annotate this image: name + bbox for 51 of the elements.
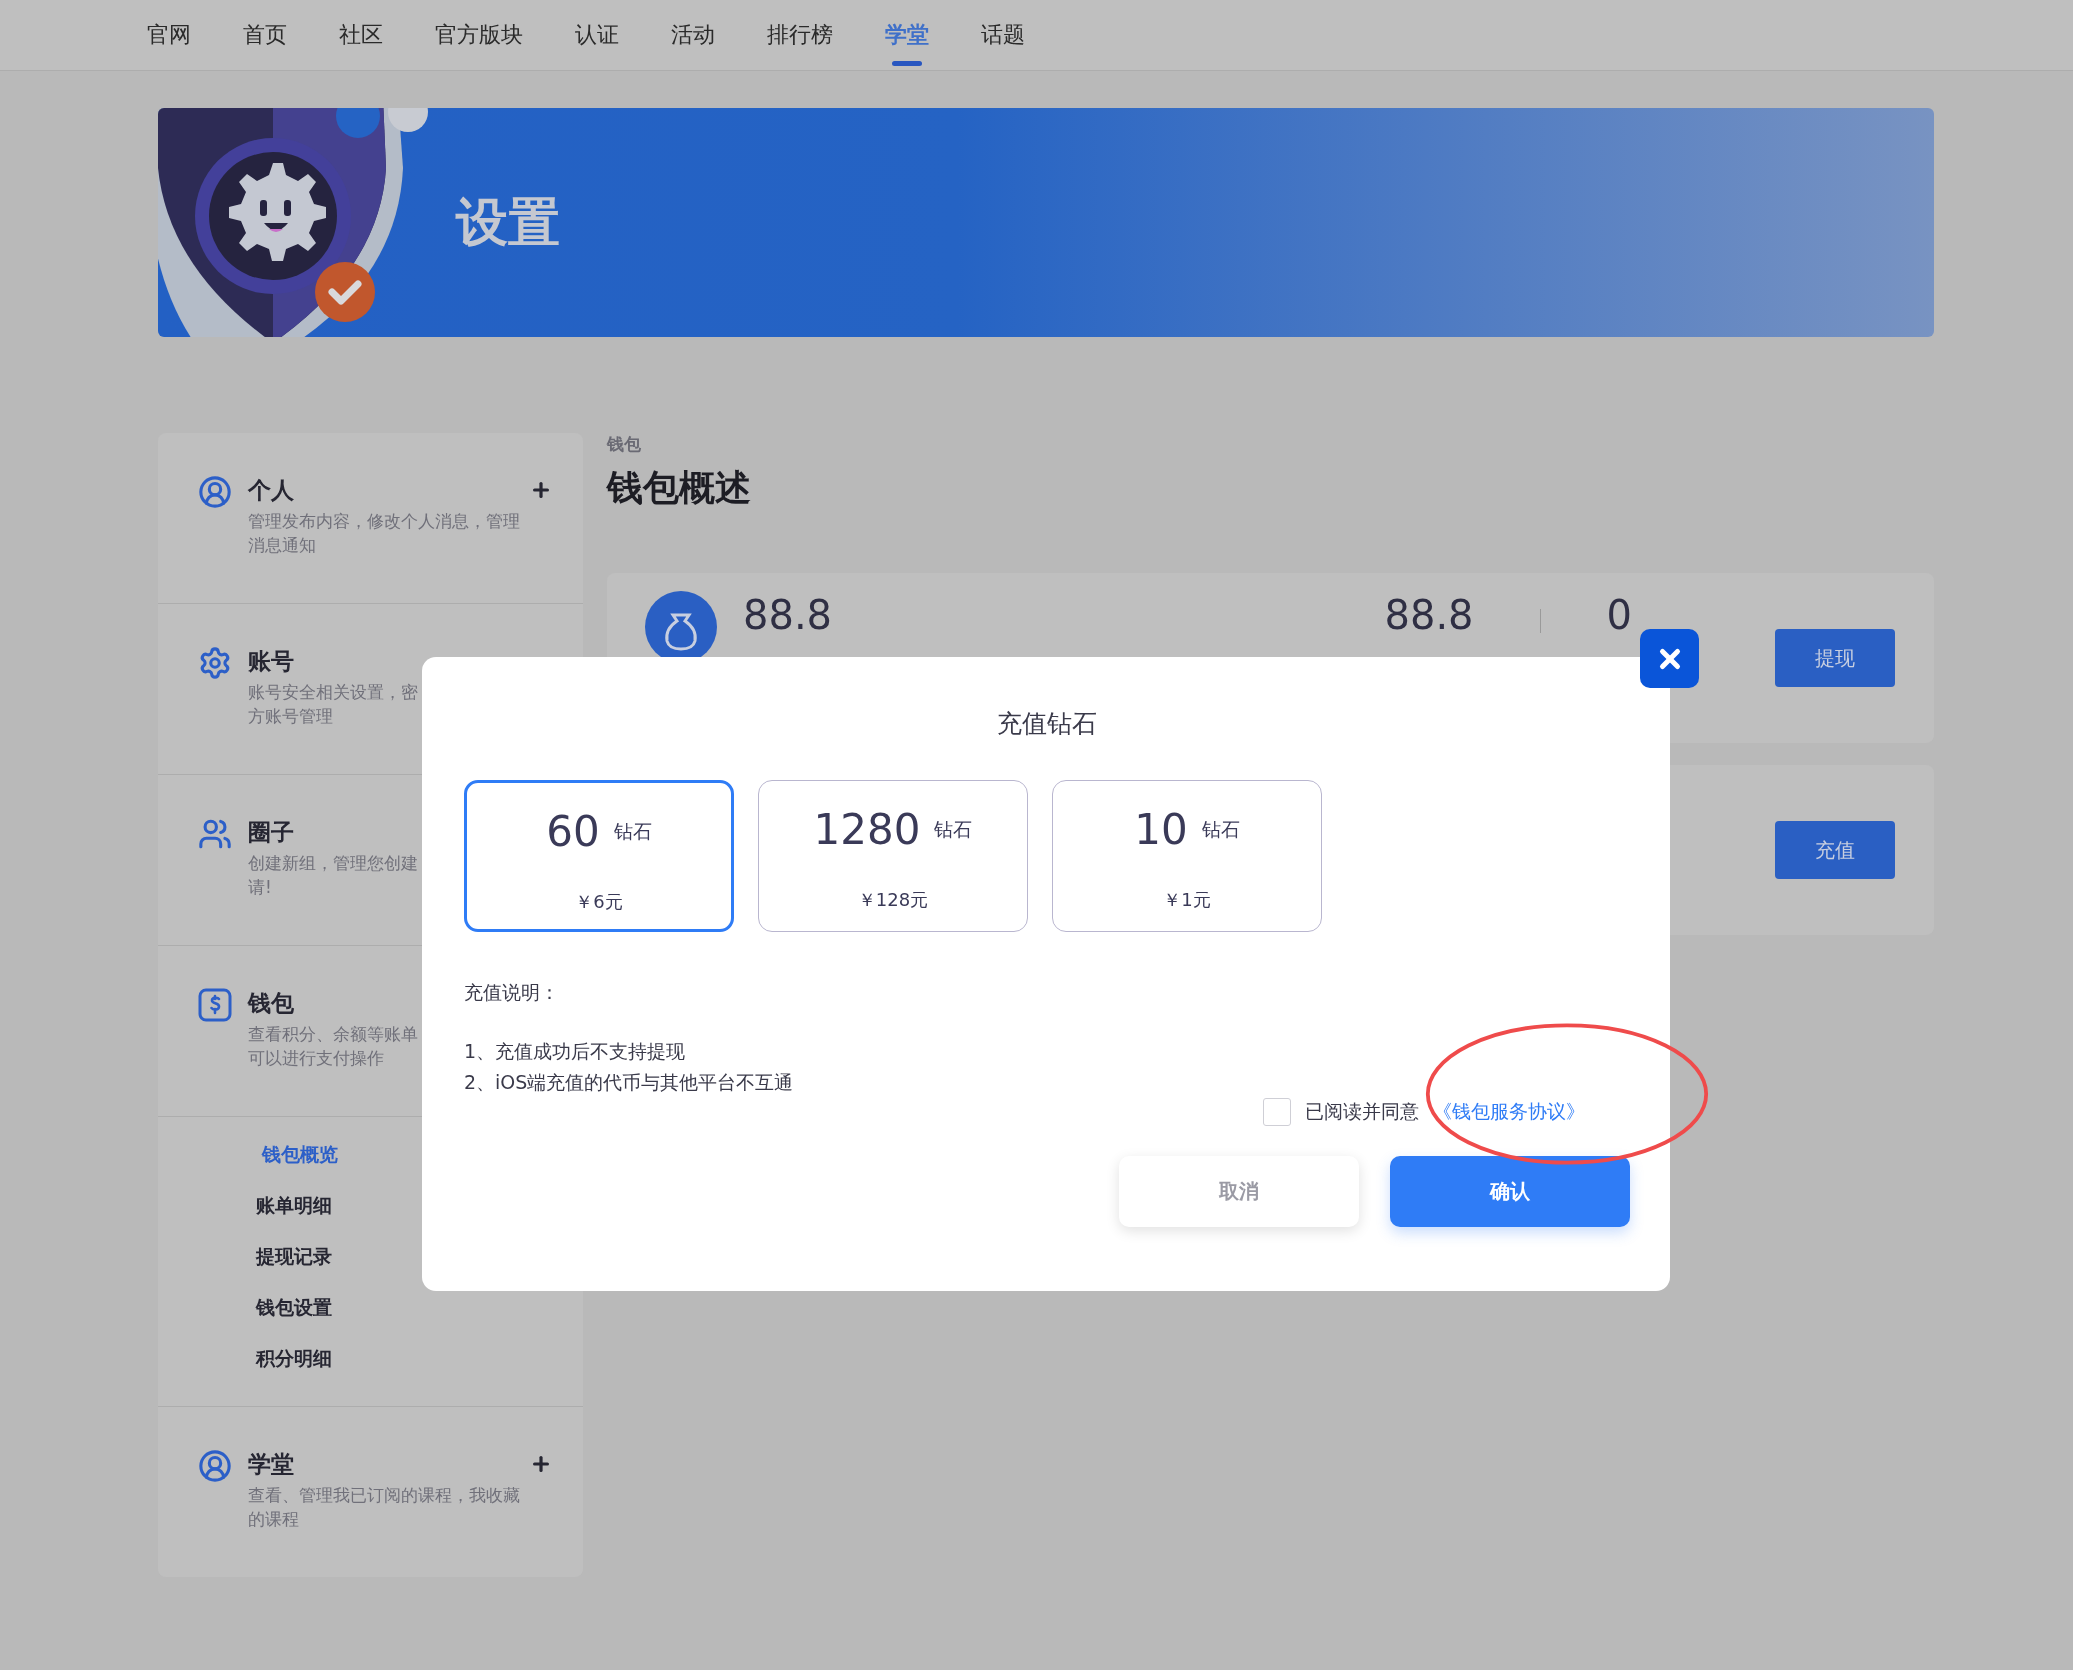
people-icon — [198, 817, 232, 851]
balance-amount: 88.8 — [743, 591, 833, 639]
note-line: 2、iOS端充值的代币与其他平台不互通 — [464, 1070, 794, 1095]
agreement-link[interactable]: 《钱包服务协议》 — [1433, 1100, 1585, 1122]
submenu-item[interactable]: 钱包设置 — [256, 1292, 332, 1323]
agreement-text: 已阅读并同意 《钱包服务协议》 — [1305, 1099, 1585, 1124]
note-line: 1、充值成功后不支持提现 — [464, 1039, 686, 1064]
section-description: 账号安全相关设置，密 — [248, 681, 418, 704]
nav-link[interactable]: 社区 — [313, 0, 409, 70]
diamond-option[interactable]: 10 钻石 ￥1元 — [1052, 780, 1322, 932]
agree-checkbox[interactable] — [1263, 1098, 1291, 1126]
section-description: 查看、管理我已订阅的课程，我收藏 — [248, 1484, 520, 1507]
section-description: 查看积分、余额等账单 — [248, 1023, 418, 1046]
section-title[interactable]: 学堂 — [248, 1449, 520, 1483]
nav-link[interactable]: 认证 — [549, 0, 645, 70]
action-button[interactable]: 充值 — [1775, 821, 1895, 879]
action-button[interactable]: 提现 — [1775, 629, 1895, 687]
notes-title: 充值说明： — [464, 980, 560, 1005]
section-description: 请! — [248, 876, 272, 899]
user-icon — [198, 1449, 232, 1483]
settings-icon — [198, 646, 232, 680]
section-description: 管理发布内容，修改个人消息，管理 — [248, 510, 520, 533]
stat-value: 88.8 — [1384, 591, 1474, 639]
nav-link[interactable]: 活动 — [645, 0, 741, 70]
user-icon — [198, 475, 232, 509]
plus-icon[interactable] — [530, 1453, 552, 1475]
submenu-item[interactable]: 积分明细 — [256, 1343, 332, 1374]
dialog-title: 充值钻石 — [996, 708, 1098, 740]
nav-link[interactable]: 话题 — [955, 0, 1051, 70]
submenu-item[interactable]: 提现记录 — [256, 1241, 332, 1272]
banner-title: 设置 — [456, 190, 560, 254]
section-title[interactable]: 个人 — [248, 475, 520, 509]
section-description: 可以进行支付操作 — [248, 1047, 384, 1070]
plus-icon[interactable] — [530, 479, 552, 501]
page-title: 钱包概述 — [607, 466, 752, 510]
close-button[interactable] — [1640, 629, 1699, 688]
section-description: 的课程 — [248, 1508, 299, 1531]
confirm-button[interactable]: 确认 — [1390, 1156, 1630, 1227]
submenu-item[interactable]: 账单明细 — [256, 1190, 332, 1221]
diamond-option[interactable]: 60 钻石 ￥6元 — [464, 780, 734, 932]
section-description: 方账号管理 — [248, 705, 333, 728]
breadcrumb: 钱包 — [607, 433, 642, 456]
section-description: 消息通知 — [248, 534, 316, 557]
stat-value: 0 — [1606, 591, 1632, 639]
wallet-icon — [198, 988, 232, 1022]
nav-link[interactable]: 官方版块 — [409, 0, 549, 70]
diamond-option[interactable]: 1280 钻石 ￥128元 — [758, 780, 1028, 932]
nav-link[interactable]: 排行榜 — [741, 0, 859, 70]
section-description: 创建新组，管理您创建 — [248, 852, 418, 875]
nav-link[interactable]: 首页 — [217, 0, 313, 70]
nav-link[interactable]: 官网 — [121, 0, 217, 70]
